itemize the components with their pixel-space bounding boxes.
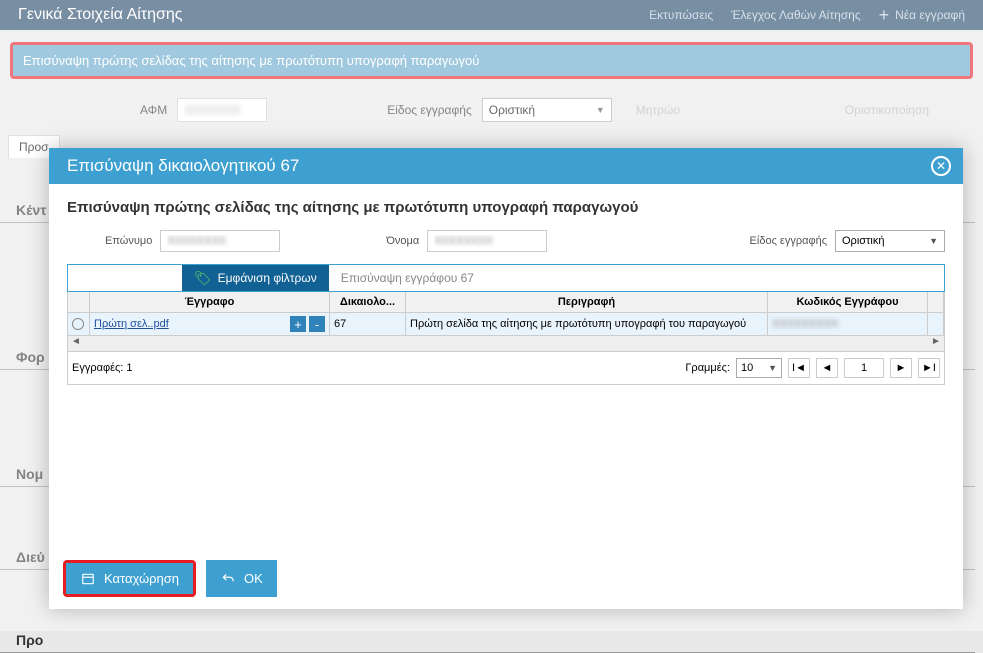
next-page-button[interactable]: ►	[890, 358, 912, 378]
records-label: Εγγραφές:	[72, 362, 123, 374]
col-spacer	[928, 292, 944, 312]
reply-icon	[220, 572, 236, 586]
chevron-down-icon: ▼	[929, 236, 938, 246]
prev-page-button[interactable]: ◄	[816, 358, 838, 378]
cell-desc: Πρώτη σελίδα της αίτησης με πρωτότυπη υπ…	[406, 313, 768, 335]
last-page-button[interactable]: ►I	[918, 358, 940, 378]
table-row[interactable]: Πρώτη σελ..pdf + - 67 Πρώτη σελίδα της α…	[68, 313, 944, 335]
add-file-button[interactable]: +	[290, 316, 306, 332]
surname-input[interactable]	[160, 230, 280, 252]
grid-header: Έγγραφο Δικαιολο... Περιγραφή Κωδικός Εγ…	[68, 292, 944, 313]
modal-footer: Καταχώρηση OK	[49, 550, 963, 609]
scroll-left-icon[interactable]: ◄	[68, 336, 84, 351]
page-input[interactable]	[844, 358, 884, 378]
modal-type-select[interactable]: Οριστική ▼	[835, 230, 945, 252]
modal-form-row: Επώνυμο Όνομα Είδος εγγραφής Οριστική ▼	[67, 230, 945, 252]
modal-header: Επισύναψη δικαιολογητικού 67 ✕	[49, 148, 963, 184]
documents-grid: Έγγραφο Δικαιολο... Περιγραφή Κωδικός Εγ…	[67, 292, 945, 352]
close-icon: ✕	[936, 159, 946, 173]
toolbar-new[interactable]: ＋ Νέα εγγραφή	[68, 265, 182, 291]
toolbar-filter[interactable]: 🏷 Εμφάνιση φίλτρων	[182, 265, 329, 291]
modal-toolbar: ＋ Νέα εγγραφή 🏷 Εμφάνιση φίλτρων Επισύνα…	[67, 264, 945, 292]
horizontal-scrollbar[interactable]: ◄ ►	[68, 335, 944, 351]
lines-label: Γραμμές:	[685, 362, 730, 374]
save-icon	[80, 572, 96, 586]
attachment-modal: Επισύναψη δικαιολογητικού 67 ✕ Επισύναψη…	[49, 148, 963, 609]
modal-type-label: Είδος εγγραφής	[750, 235, 827, 247]
cell-code: XXXXXXXXX	[768, 313, 928, 335]
col-document[interactable]: Έγγραφο	[90, 292, 330, 312]
records-count: 1	[126, 362, 132, 374]
row-radio[interactable]	[72, 318, 84, 330]
name-label: Όνομα	[386, 235, 419, 247]
remove-file-button[interactable]: -	[309, 316, 325, 332]
chevron-down-icon: ▼	[768, 363, 777, 373]
col-select	[68, 292, 90, 312]
tag-icon: 🏷	[194, 270, 212, 287]
name-input[interactable]	[427, 230, 547, 252]
first-page-button[interactable]: I◄	[788, 358, 810, 378]
scroll-right-icon[interactable]: ►	[928, 336, 944, 351]
save-highlight: Καταχώρηση	[63, 560, 196, 597]
pager: Γραμμές: 10 ▼ I◄ ◄ ► ►I	[685, 358, 940, 378]
grid-footer: Εγγραφές: 1 Γραμμές: 10 ▼ I◄ ◄ ► ►I	[67, 352, 945, 385]
save-button[interactable]: Καταχώρηση	[66, 563, 193, 594]
modal-subtitle: Επισύναψη πρώτης σελίδας της αίτησης με …	[67, 199, 945, 216]
col-description[interactable]: Περιγραφή	[406, 292, 768, 312]
toolbar-attach[interactable]: Επισύναψη εγγράφου 67	[329, 265, 486, 291]
close-button[interactable]: ✕	[931, 156, 951, 176]
lines-select[interactable]: 10 ▼	[736, 358, 782, 378]
cell-dik: 67	[330, 313, 406, 335]
modal-title: Επισύναψη δικαιολογητικού 67	[67, 156, 299, 176]
file-link[interactable]: Πρώτη σελ..pdf	[94, 318, 169, 330]
ok-button[interactable]: OK	[206, 560, 277, 597]
col-document-code[interactable]: Κωδικός Εγγράφου	[768, 292, 928, 312]
col-dikaiolo[interactable]: Δικαιολο...	[330, 292, 406, 312]
surname-label: Επώνυμο	[105, 235, 152, 247]
plus-icon: ＋	[80, 268, 94, 288]
